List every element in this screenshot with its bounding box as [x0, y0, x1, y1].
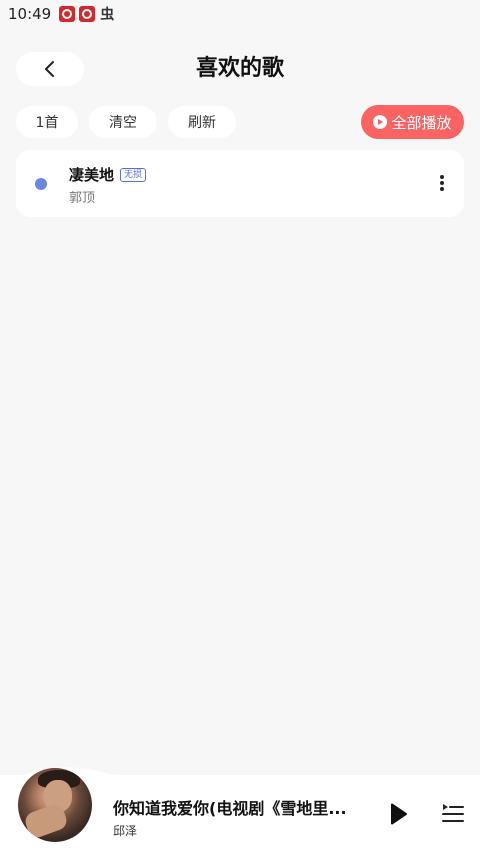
quality-badge: 无损: [120, 167, 147, 182]
more-dot-icon: [440, 175, 444, 179]
playlist-button[interactable]: [442, 803, 464, 825]
chevron-left-icon: [45, 61, 54, 77]
song-count-chip[interactable]: 1首: [16, 106, 78, 138]
now-playing-artist: 邱泽: [113, 824, 138, 838]
song-title-row: 凄美地 无损: [69, 164, 147, 185]
playlist-icon: [442, 804, 464, 822]
play-icon: [391, 803, 407, 825]
header: 喜欢的歌: [0, 52, 480, 86]
mini-player[interactable]: 你知道我爱你(电视剧《雪地里... 邱泽: [0, 748, 480, 853]
toolbar: 1首 清空 刷新 全部播放: [16, 105, 464, 139]
album-art[interactable]: [18, 768, 92, 842]
song-indicator-dot: [35, 178, 47, 190]
play-all-label: 全部播放: [391, 113, 452, 132]
bug-icon: 虫: [100, 7, 115, 23]
app-notification-icon: [59, 6, 76, 22]
back-button[interactable]: [16, 52, 84, 86]
app-notification-icon: [79, 6, 96, 22]
clear-button[interactable]: 清空: [89, 106, 157, 138]
refresh-button[interactable]: 刷新: [168, 106, 236, 138]
album-art-hand: [22, 801, 70, 841]
status-time: 10:49: [8, 5, 52, 23]
play-button[interactable]: [388, 801, 410, 827]
play-circle-icon: [373, 115, 388, 129]
song-title: 凄美地: [69, 166, 115, 184]
song-artist: 郭顶: [69, 191, 96, 206]
now-playing-title: 你知道我爱你(电视剧《雪地里...: [113, 799, 347, 818]
status-bar: 10:49 虫: [0, 0, 480, 28]
song-list-item[interactable]: 凄美地 无损 郭顶: [16, 150, 464, 217]
play-all-button[interactable]: 全部播放: [361, 105, 464, 139]
more-dot-icon: [440, 181, 444, 185]
more-options-button[interactable]: [438, 172, 446, 194]
more-dot-icon: [440, 187, 444, 191]
